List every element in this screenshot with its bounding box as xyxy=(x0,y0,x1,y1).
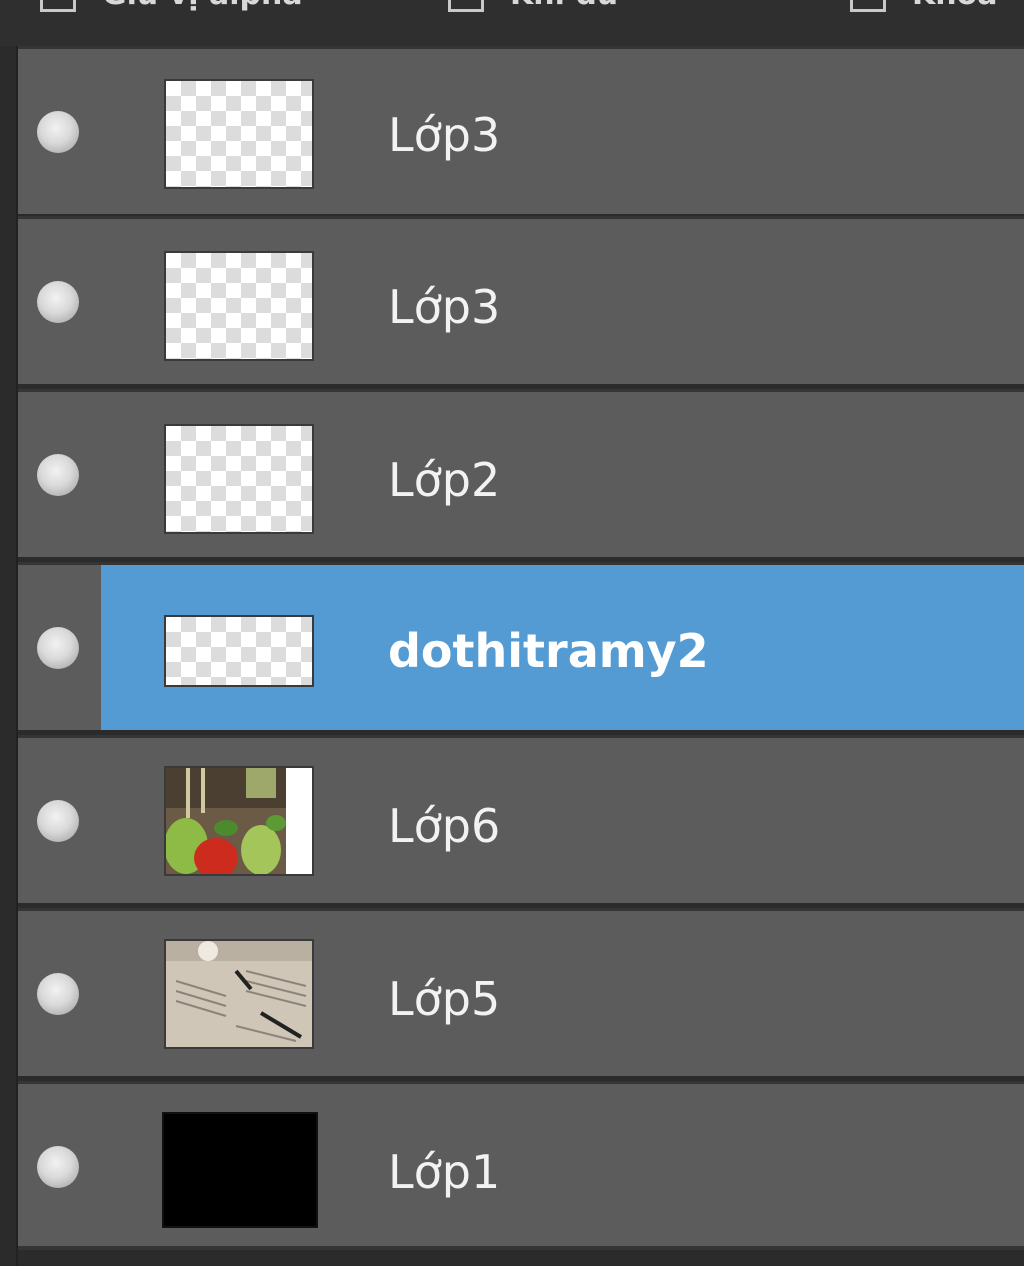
layer-name: Lớp1 xyxy=(388,1145,501,1199)
clip-checkbox[interactable] xyxy=(448,0,484,12)
layer-row[interactable]: Lớp5 xyxy=(18,908,1024,1076)
layer-name: Lớp3 xyxy=(388,280,501,334)
clip-option[interactable]: Khi đủ xyxy=(448,0,618,12)
layer-name: Lớp6 xyxy=(388,799,501,853)
panel-divider xyxy=(18,1246,1024,1250)
newspaper-image xyxy=(166,941,312,1047)
lock-alpha-option[interactable]: Giữ vị alpha xyxy=(40,0,303,12)
visibility-eye-icon[interactable] xyxy=(37,454,79,496)
layer-row[interactable]: Lớp2 xyxy=(18,389,1024,557)
layer-thumbnail xyxy=(164,251,314,361)
lock-alpha-checkbox[interactable] xyxy=(40,0,76,12)
layer-row[interactable]: Lớp6 xyxy=(18,735,1024,903)
layer-name: dothitramy2 xyxy=(388,624,709,678)
layer-row[interactable]: Lớp3 xyxy=(18,216,1024,384)
visibility-eye-icon[interactable] xyxy=(37,1146,79,1188)
layer-options-bar: Giữ vị alpha Khi đủ Khóa xyxy=(0,0,1024,46)
layer-name: Lớp5 xyxy=(388,972,501,1026)
layer-thumbnail xyxy=(164,615,314,687)
layer-thumbnail xyxy=(164,79,314,189)
lock-alpha-label: Giữ vị alpha xyxy=(102,0,303,12)
layer-thumbnail xyxy=(162,1112,318,1228)
clip-label: Khi đủ xyxy=(510,0,618,12)
layer-row[interactable]: Lớp3 xyxy=(18,46,1024,214)
lock-label: Khóa xyxy=(912,0,997,12)
layer-row-selected[interactable]: dothitramy2 xyxy=(18,562,1024,730)
visibility-eye-icon[interactable] xyxy=(37,973,79,1015)
layer-row[interactable]: Lớp1 xyxy=(18,1081,1024,1249)
lock-option[interactable]: Khóa xyxy=(850,0,997,12)
visibility-eye-icon[interactable] xyxy=(37,111,79,153)
layer-name: Lớp2 xyxy=(388,453,501,507)
strawberry-image xyxy=(166,768,312,874)
layer-thumbnail xyxy=(164,424,314,534)
layer-thumbnail xyxy=(164,766,314,876)
layer-thumbnail xyxy=(164,939,314,1049)
layer-name: Lớp3 xyxy=(388,108,501,162)
visibility-eye-icon[interactable] xyxy=(37,281,79,323)
layers-panel: Lớp3 Lớp3 Lớp2 dothitramy2 Lớp6 Lớp5 Lớp… xyxy=(16,46,1024,1266)
lock-checkbox[interactable] xyxy=(850,0,886,12)
visibility-eye-icon[interactable] xyxy=(37,627,79,669)
visibility-eye-icon[interactable] xyxy=(37,800,79,842)
